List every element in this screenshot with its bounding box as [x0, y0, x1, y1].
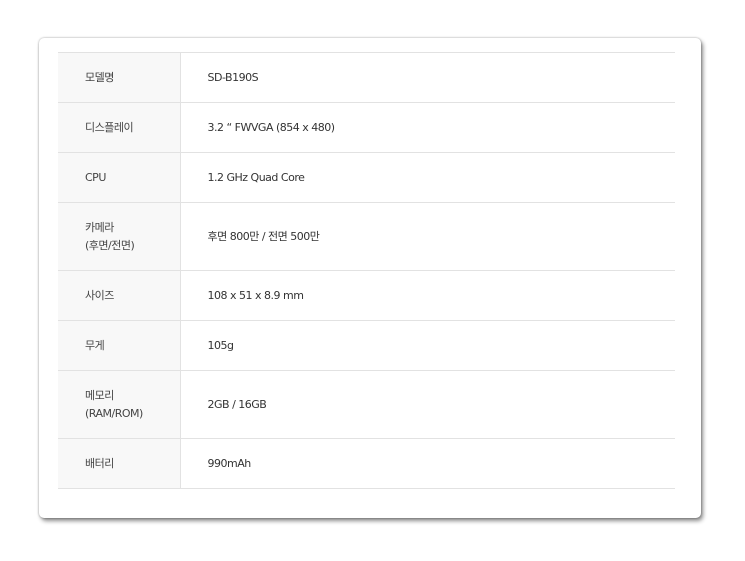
spec-label: 모델명: [58, 52, 181, 103]
spec-row-camera: 카메라 (후면/전면) 후면 800만 / 전면 500만: [58, 202, 675, 271]
spec-label: 카메라 (후면/전면): [58, 202, 181, 271]
spec-row-battery: 배터리 990mAh: [58, 438, 675, 489]
spec-label: 배터리: [58, 438, 181, 489]
spec-label: 메모리 (RAM/ROM): [58, 370, 181, 439]
spec-table: 모델명 SD-B190S 디스플레이 3.2 “ FWVGA (854 x 48…: [58, 52, 675, 489]
spec-value: 105g: [180, 320, 675, 371]
spec-value: 990mAh: [180, 438, 675, 489]
spec-row-display: 디스플레이 3.2 “ FWVGA (854 x 480): [58, 102, 675, 153]
spec-row-size: 사이즈 108 x 51 x 8.9 mm: [58, 270, 675, 321]
spec-row-model: 모델명 SD-B190S: [58, 52, 675, 103]
spec-card: 모델명 SD-B190S 디스플레이 3.2 “ FWVGA (854 x 48…: [39, 38, 701, 518]
spec-value: 108 x 51 x 8.9 mm: [180, 270, 675, 321]
spec-label: 디스플레이: [58, 102, 181, 153]
spec-row-memory: 메모리 (RAM/ROM) 2GB / 16GB: [58, 370, 675, 439]
spec-value: 1.2 GHz Quad Core: [180, 152, 675, 203]
spec-row-weight: 무게 105g: [58, 320, 675, 371]
spec-label: CPU: [58, 152, 181, 203]
spec-value: 3.2 “ FWVGA (854 x 480): [180, 102, 675, 153]
spec-value: 2GB / 16GB: [180, 370, 675, 439]
spec-value: SD-B190S: [180, 52, 675, 103]
spec-value: 후면 800만 / 전면 500만: [180, 202, 675, 271]
spec-row-cpu: CPU 1.2 GHz Quad Core: [58, 152, 675, 203]
spec-label: 사이즈: [58, 270, 181, 321]
spec-label: 무게: [58, 320, 181, 371]
